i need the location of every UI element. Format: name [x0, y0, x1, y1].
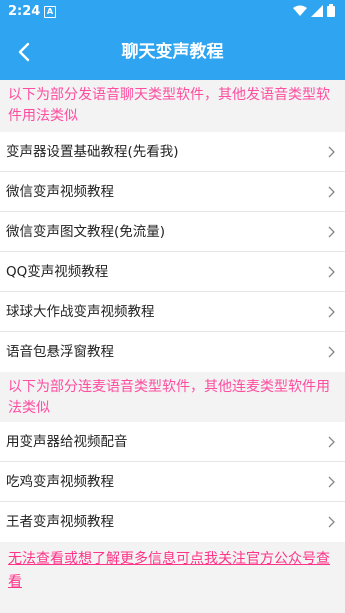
section-heading-voice-call: 以下为部分连麦语音类型软件，其他连麦类型软件用法类似: [0, 372, 345, 422]
battery-icon: [327, 4, 335, 17]
status-time: 2:24: [8, 4, 41, 19]
page-title: 聊天变声教程: [121, 42, 224, 62]
list-item-honor-of-kings-video[interactable]: 王者变声视频教程: [0, 502, 345, 542]
signal-icon: [311, 4, 323, 17]
chevron-right-icon: [328, 306, 335, 318]
chevron-right-icon: [328, 146, 335, 158]
list-item-label: 王者变声视频教程: [6, 514, 114, 530]
list-item-label: 用变声器给视频配音: [6, 434, 128, 450]
chevron-right-icon: [328, 226, 335, 238]
list-item-wechat-text[interactable]: 微信变声图文教程(免流量): [0, 212, 345, 252]
chevron-right-icon: [328, 186, 335, 198]
title-bar: 聊天变声教程: [0, 24, 345, 80]
list-item-label: 变声器设置基础教程(先看我): [6, 144, 179, 160]
voice-chat-tutorial-list: 变声器设置基础教程(先看我) 微信变声视频教程 微信变声图文教程(免流量) QQ…: [0, 132, 345, 372]
chevron-right-icon: [328, 476, 335, 488]
list-item-video-dubbing[interactable]: 用变声器给视频配音: [0, 422, 345, 462]
voice-call-tutorial-list: 用变声器给视频配音 吃鸡变声视频教程 王者变声视频教程: [0, 422, 345, 542]
official-account-link[interactable]: 无法查看或想了解更多信息可点我关注官方公众号查看: [0, 548, 345, 594]
list-item-label: 微信变声视频教程: [6, 184, 114, 200]
list-item-label: 微信变声图文教程(免流量): [6, 224, 166, 240]
status-bar: 2:24 A: [0, 0, 345, 24]
chevron-right-icon: [328, 516, 335, 528]
list-item-label: QQ变声视频教程: [6, 264, 109, 280]
list-item-basic-setup[interactable]: 变声器设置基础教程(先看我): [0, 132, 345, 172]
chevron-right-icon: [328, 346, 335, 358]
list-item-pubg-video[interactable]: 吃鸡变声视频教程: [0, 462, 345, 502]
list-item-label: 球球大作战变声视频教程: [6, 304, 155, 320]
chevron-right-icon: [328, 266, 335, 278]
notification-a-icon: A: [44, 6, 56, 18]
wifi-icon: [293, 5, 307, 16]
status-icons: [293, 4, 335, 17]
list-item-voice-pack-floating[interactable]: 语音包悬浮窗教程: [0, 332, 345, 372]
list-item-label: 语音包悬浮窗教程: [6, 344, 114, 360]
list-item-label: 吃鸡变声视频教程: [6, 474, 114, 490]
section-heading-voice-chat: 以下为部分发语音聊天类型软件，其他发语音类型软件用法类似: [0, 80, 345, 132]
list-item-wechat-video[interactable]: 微信变声视频教程: [0, 172, 345, 212]
chevron-right-icon: [328, 436, 335, 448]
list-item-qq-video[interactable]: QQ变声视频教程: [0, 252, 345, 292]
list-item-ball-battle-video[interactable]: 球球大作战变声视频教程: [0, 292, 345, 332]
